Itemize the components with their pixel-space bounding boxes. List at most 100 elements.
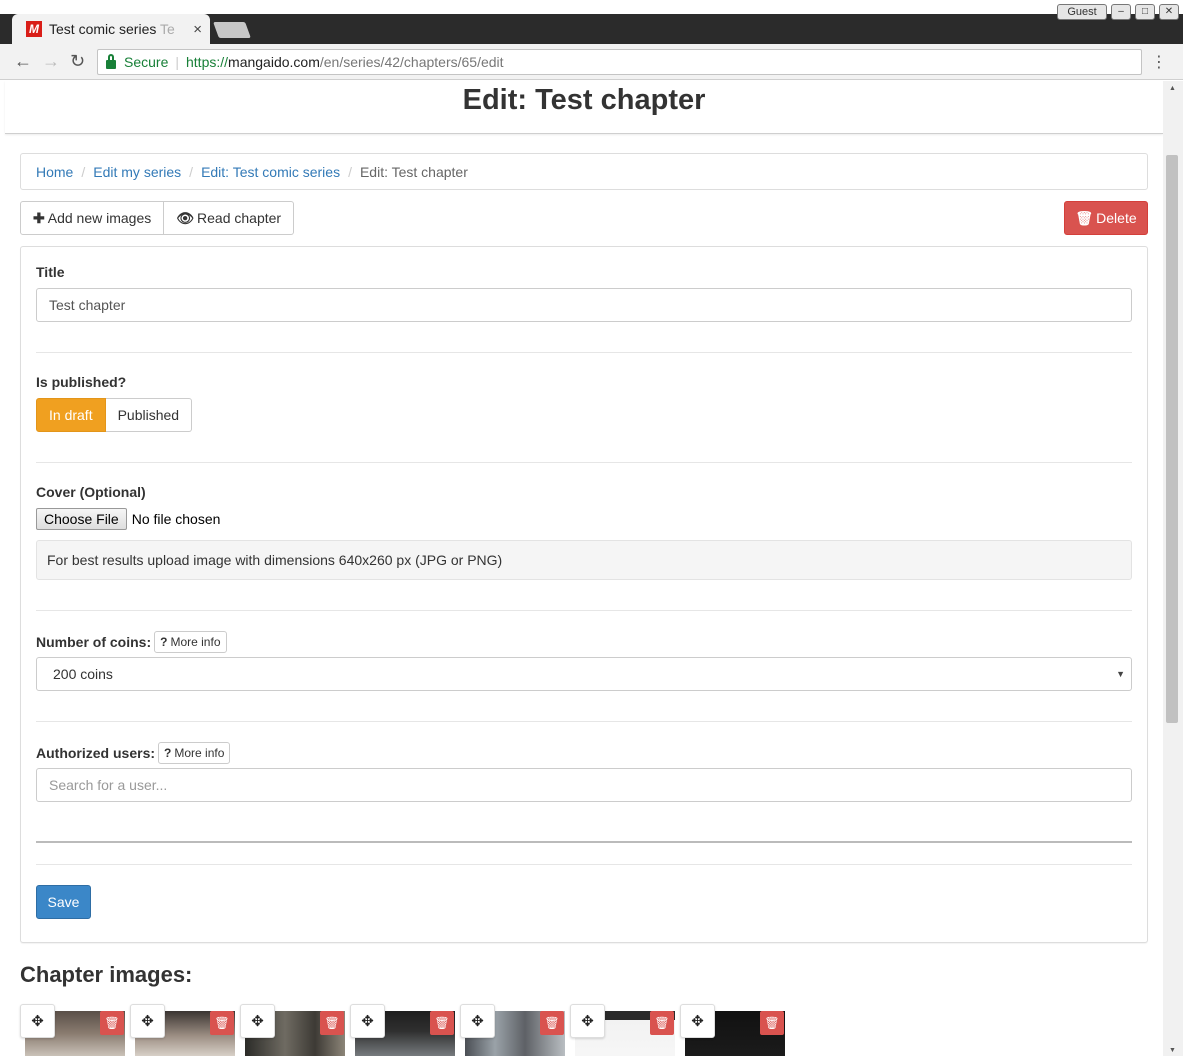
published-label: Is published? xyxy=(36,374,127,390)
file-status: No file chosen xyxy=(131,511,221,527)
new-tab-button[interactable] xyxy=(213,22,251,38)
coins-label: Number of coins: xyxy=(36,634,152,650)
add-images-label: Add new images xyxy=(47,210,152,226)
chapter-actions: ✚ Add new images 👁 Read chapter xyxy=(20,201,295,235)
question-icon: ? xyxy=(164,746,172,760)
trash-icon[interactable]: 🗑 xyxy=(100,1011,124,1035)
coins-selected-value: 200 coins xyxy=(53,666,113,682)
delete-label: Delete xyxy=(1096,210,1137,226)
page-scrollbar[interactable]: ▲ ▼ xyxy=(1163,81,1183,1056)
maximize-icon[interactable]: □ xyxy=(1135,4,1155,20)
breadcrumb-separator: / xyxy=(348,163,352,180)
forward-arrow-icon[interactable]: → xyxy=(42,51,60,71)
auth-label: Authorized users: xyxy=(36,745,156,761)
divider xyxy=(36,610,1132,611)
scrollbar-thumb[interactable] xyxy=(1166,155,1178,723)
favicon-icon: M xyxy=(26,21,42,37)
scroll-down-icon[interactable]: ▼ xyxy=(1169,1047,1176,1054)
trash-icon[interactable]: 🗑 xyxy=(430,1011,454,1035)
user-list-divider xyxy=(36,841,1132,843)
title-label: Title xyxy=(36,264,65,280)
published-option[interactable]: Published xyxy=(105,398,193,432)
delete-button[interactable]: 🗑 Delete xyxy=(1064,201,1148,235)
tab-close-icon[interactable]: × xyxy=(193,21,202,38)
chapter-image-card: ✥ 🗑 xyxy=(20,1004,130,1056)
page-title: Edit: Test chapter xyxy=(462,84,706,116)
move-icon[interactable]: ✥ xyxy=(460,1004,495,1038)
divider xyxy=(36,721,1132,722)
cover-label: Cover (Optional) xyxy=(36,484,146,500)
breadcrumb-edit-series[interactable]: Edit: Test comic series xyxy=(201,164,340,180)
address-bar[interactable]: Secure | https://mangaido.com/en/series/… xyxy=(97,49,1142,75)
page-header: Edit: Test chapter xyxy=(5,81,1163,134)
move-icon[interactable]: ✥ xyxy=(570,1004,605,1038)
cover-help-text: For best results upload image with dimen… xyxy=(36,540,1132,580)
chapter-images-title: Chapter images: xyxy=(20,962,193,987)
guest-profile-button[interactable]: Guest xyxy=(1057,4,1107,20)
window-controls: Guest – □ ✕ xyxy=(1057,4,1179,20)
trash-icon[interactable]: 🗑 xyxy=(540,1011,564,1035)
trash-icon[interactable]: 🗑 xyxy=(210,1011,234,1035)
url-path: /en/series/42/chapters/65/edit xyxy=(319,54,504,70)
trash-icon[interactable]: 🗑 xyxy=(650,1011,674,1035)
browser-toolbar: ← → ↻ Secure | https://mangaido.com/en/s… xyxy=(0,44,1183,80)
lock-icon xyxy=(106,53,116,69)
chapter-image-card: ✥ 🗑 xyxy=(570,1004,680,1056)
coins-more-info-button[interactable]: ? More info xyxy=(154,631,227,653)
back-arrow-icon[interactable]: ← xyxy=(14,51,32,71)
title-input[interactable]: Test chapter xyxy=(36,288,1132,322)
divider xyxy=(36,462,1132,463)
in-draft-option[interactable]: In draft xyxy=(36,398,106,432)
breadcrumb-home[interactable]: Home xyxy=(36,164,73,180)
more-info-label: More info xyxy=(174,746,225,760)
titlebar-strip xyxy=(0,0,1183,14)
move-icon[interactable]: ✥ xyxy=(680,1004,715,1038)
breadcrumb: Home / Edit my series / Edit: Test comic… xyxy=(20,153,1148,190)
question-icon: ? xyxy=(160,635,168,649)
auth-more-info-button[interactable]: ? More info xyxy=(158,742,231,764)
breadcrumb-current: Edit: Test chapter xyxy=(359,163,468,180)
browser-tab-active[interactable]: M Test comic series Te × xyxy=(12,14,210,44)
user-search-input[interactable]: Search for a user... xyxy=(36,768,1132,802)
chapter-image-card: ✥ 🗑 xyxy=(240,1004,350,1056)
move-icon[interactable]: ✥ xyxy=(130,1004,165,1038)
move-icon[interactable]: ✥ xyxy=(350,1004,385,1038)
url-host: mangaido.com xyxy=(228,54,320,70)
dropdown-caret-icon: ▼ xyxy=(1116,669,1125,679)
secure-label: Secure xyxy=(124,54,169,70)
divider xyxy=(36,864,1132,865)
browser-titlebar: Guest – □ ✕ M Test comic series Te × xyxy=(0,0,1183,44)
browser-menu-icon[interactable]: ⋮ xyxy=(1151,52,1167,72)
close-window-icon[interactable]: ✕ xyxy=(1159,4,1179,20)
tab-title: Test comic series Te xyxy=(49,21,187,37)
trash-icon: 🗑 xyxy=(1075,209,1094,226)
chapter-image-card: ✥ 🗑 xyxy=(350,1004,460,1056)
move-icon[interactable]: ✥ xyxy=(20,1004,55,1038)
chapter-image-card: ✥ 🗑 xyxy=(680,1004,790,1056)
chapter-form: Title Test chapter Is published? In draf… xyxy=(20,246,1148,943)
minimize-icon[interactable]: – xyxy=(1111,4,1131,20)
save-button[interactable]: Save xyxy=(36,885,91,919)
move-icon[interactable]: ✥ xyxy=(240,1004,275,1038)
tab-title-fade: Te xyxy=(160,21,175,37)
more-info-label: More info xyxy=(170,635,221,649)
cover-file-input: Choose File No file chosen xyxy=(36,508,220,530)
scroll-up-icon[interactable]: ▲ xyxy=(1169,85,1176,92)
tab-title-text: Test comic series xyxy=(49,21,160,37)
trash-icon[interactable]: 🗑 xyxy=(760,1011,784,1035)
choose-file-button[interactable]: Choose File xyxy=(36,508,127,530)
page-viewport: Edit: Test chapter Home / Edit my series… xyxy=(0,81,1183,1056)
auth-label-row: Authorized users: ? More info xyxy=(36,742,231,764)
read-chapter-label: Read chapter xyxy=(197,210,282,226)
read-chapter-button[interactable]: 👁 Read chapter xyxy=(164,201,295,235)
address-divider: | xyxy=(175,54,179,70)
coins-select[interactable]: 200 coins ▼ xyxy=(36,657,1132,691)
breadcrumb-separator: / xyxy=(189,163,194,180)
reload-icon[interactable]: ↻ xyxy=(70,51,85,71)
chapter-image-card: ✥ 🗑 xyxy=(460,1004,570,1056)
published-toggle: In draft Published xyxy=(36,398,193,432)
breadcrumb-separator: / xyxy=(81,163,86,180)
breadcrumb-edit-my-series[interactable]: Edit my series xyxy=(93,164,181,180)
add-images-button[interactable]: ✚ Add new images xyxy=(20,201,165,235)
trash-icon[interactable]: 🗑 xyxy=(320,1011,344,1035)
